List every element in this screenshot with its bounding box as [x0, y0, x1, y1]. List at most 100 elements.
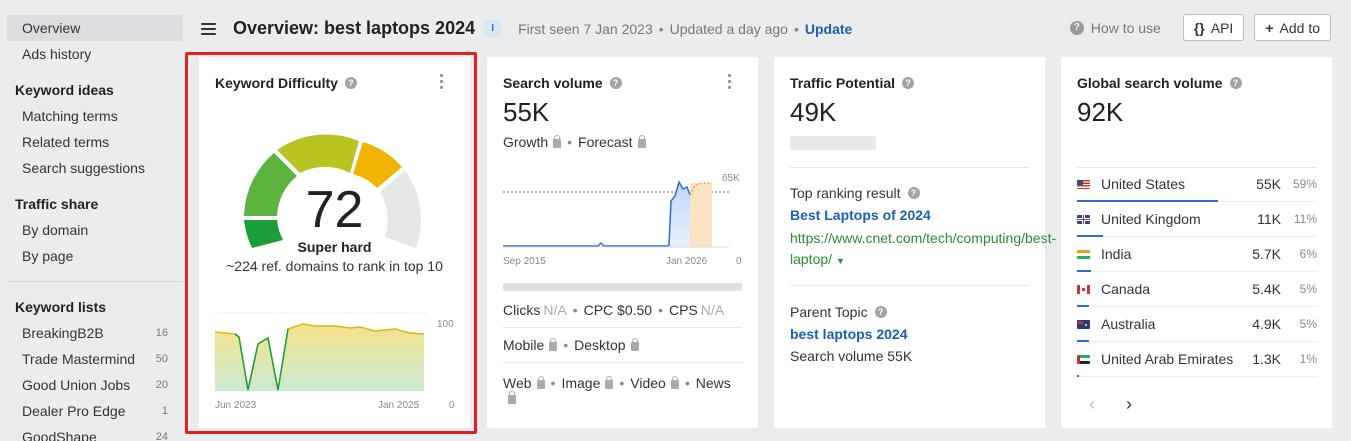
sidebar-list-item[interactable]: Good Union Jobs 20 [7, 372, 183, 398]
sidebar-list-item[interactable]: Dealer Pro Edge 1 [7, 398, 183, 424]
help-icon[interactable]: ? [344, 77, 357, 89]
desktop-label[interactable]: Desktop [574, 337, 625, 353]
sidebar-list-item[interactable]: GoodShape 24 [7, 424, 183, 441]
country-percent: 1% [1299, 352, 1317, 366]
list-name: Good Union Jobs [22, 377, 131, 393]
forecast-label[interactable]: Forecast [578, 134, 632, 150]
search-volume-chart [503, 180, 729, 248]
web-label[interactable]: Web [503, 372, 532, 394]
clicks-cpc-row: Clicks N/A • CPC $0.50 • CPS N/A [503, 302, 725, 318]
plus-icon: + [1265, 19, 1274, 36]
list-name: GoodShape [22, 429, 97, 441]
sidebar-item-label: By domain [22, 222, 89, 238]
country-row[interactable]: Australia 4.9K 5% [1077, 307, 1317, 342]
braces-icon: {} [1193, 19, 1205, 36]
how-to-use-label: How to use [1090, 19, 1161, 36]
forecast-area [690, 183, 712, 247]
flag-icon [1077, 179, 1090, 189]
hamburger-menu-icon[interactable] [201, 22, 216, 35]
caret-down-icon[interactable]: ▼ [836, 256, 845, 266]
help-icon[interactable]: ? [609, 77, 622, 89]
list-name: BreakingB2B [22, 325, 104, 341]
sidebar-item-label: Ads history [22, 46, 92, 62]
card-title-text: Global search volume [1077, 75, 1223, 91]
help-icon[interactable]: ? [874, 306, 887, 318]
previous-page-icon[interactable]: ‹ [1089, 394, 1095, 415]
sidebar-heading-traffic-share: Traffic share [15, 196, 99, 212]
help-icon[interactable]: ? [1229, 77, 1242, 89]
sidebar: Overview Ads history Keyword ideas Match… [0, 0, 190, 441]
more-options-icon[interactable] [440, 74, 444, 89]
sidebar-list-item[interactable]: BreakingB2B 16 [7, 320, 183, 346]
lock-icon [630, 337, 639, 351]
list-name: Dealer Pro Edge [22, 403, 126, 419]
top-ranking-url-link[interactable]: https://www.cnet.com/tech/computing/best… [790, 228, 1056, 272]
sidebar-item-search-suggestions[interactable]: Search suggestions [7, 155, 183, 181]
video-label[interactable]: Video [630, 372, 666, 394]
help-icon[interactable]: ? [907, 187, 920, 199]
country-name: India [1101, 246, 1132, 262]
top-ranking-title-link[interactable]: Best Laptops of 2024 [790, 207, 931, 223]
parent-topic-link[interactable]: best laptops 2024 [790, 326, 908, 342]
intent-badge[interactable]: I [484, 20, 502, 37]
sidebar-item-overview[interactable]: Overview [7, 15, 183, 41]
help-icon[interactable]: ? [902, 77, 915, 89]
api-button[interactable]: {} API [1182, 14, 1245, 41]
help-icon: ? [1069, 20, 1084, 35]
page-meta: First seen 7 Jan 2023 • Updated a day ago •… [518, 20, 853, 37]
sidebar-item-by-page[interactable]: By page [7, 243, 183, 269]
page-title: Overview: best laptops 2024 [233, 18, 476, 38]
growth-label[interactable]: Growth [503, 134, 548, 150]
divider [790, 285, 1029, 286]
more-options-icon[interactable] [728, 74, 732, 89]
lock-icon [553, 134, 562, 148]
traffic-potential-value: 49K [790, 97, 837, 127]
lock-icon [508, 391, 516, 404]
update-link[interactable]: Update [805, 21, 852, 37]
card-title: Keyword Difficulty? [215, 75, 357, 91]
sidebar-item-by-domain[interactable]: By domain [7, 217, 183, 243]
list-count: 24 [155, 431, 168, 441]
country-row[interactable]: Canada 5.4K 5% [1077, 272, 1317, 307]
divider [503, 327, 742, 328]
sidebar-item-label: Search suggestions [22, 160, 145, 176]
card-title: Search volume? [503, 75, 622, 91]
sidebar-item-ads-history[interactable]: Ads history [7, 41, 183, 67]
country-row[interactable]: United States 55K 59% [1077, 167, 1317, 202]
divider [503, 362, 742, 363]
country-name: Australia [1101, 316, 1156, 332]
sidebar-item-matching-terms[interactable]: Matching terms [7, 103, 183, 129]
country-volume: 5.7K [1252, 246, 1281, 262]
sidebar-divider [7, 281, 183, 282]
search-volume-card: Search volume? 55K Growth • Forecast 65K 0… [487, 57, 758, 428]
parent-topic-label: Parent Topic? [790, 304, 894, 320]
mobile-label[interactable]: Mobile [503, 337, 544, 353]
how-to-use-link[interactable]: ? How to use [1069, 19, 1161, 36]
country-name: United States [1101, 176, 1186, 192]
country-volume: 5.4K [1252, 281, 1281, 297]
country-row[interactable]: United Arab Emirates 1.3K 1% [1077, 342, 1317, 377]
country-percent: 5% [1299, 282, 1317, 296]
chart-y-min: 0 [449, 400, 455, 411]
image-label[interactable]: Image [561, 372, 600, 394]
sidebar-item-related-terms[interactable]: Related terms [7, 129, 183, 155]
news-label[interactable]: News [696, 372, 731, 394]
country-row[interactable]: United Kingdom 11K 11% [1077, 202, 1317, 237]
country-row[interactable]: India 5.7K 6% [1077, 237, 1317, 272]
lock-icon [670, 375, 679, 389]
flag-icon [1077, 284, 1090, 294]
chart-y-min: 0 [736, 256, 742, 267]
country-name: United Arab Emirates [1101, 351, 1234, 367]
next-page-icon[interactable]: › [1126, 394, 1132, 415]
cps-value: N/A [700, 302, 725, 318]
chart-y-max: 65K [722, 173, 740, 184]
search-type-row: Web • Image • Video • News [503, 372, 743, 404]
sidebar-list-item[interactable]: Trade Mastermind 50 [7, 346, 183, 372]
sidebar-item-label: Overview [22, 20, 81, 36]
global-volume-value: 92K [1077, 97, 1124, 127]
chart-x-end: Jan 2025 [378, 400, 420, 411]
add-to-button[interactable]: + Add to [1254, 14, 1331, 41]
chart-range-scrollbar[interactable] [503, 283, 742, 291]
placeholder-bar [790, 136, 876, 150]
country-percent: 5% [1299, 317, 1317, 331]
